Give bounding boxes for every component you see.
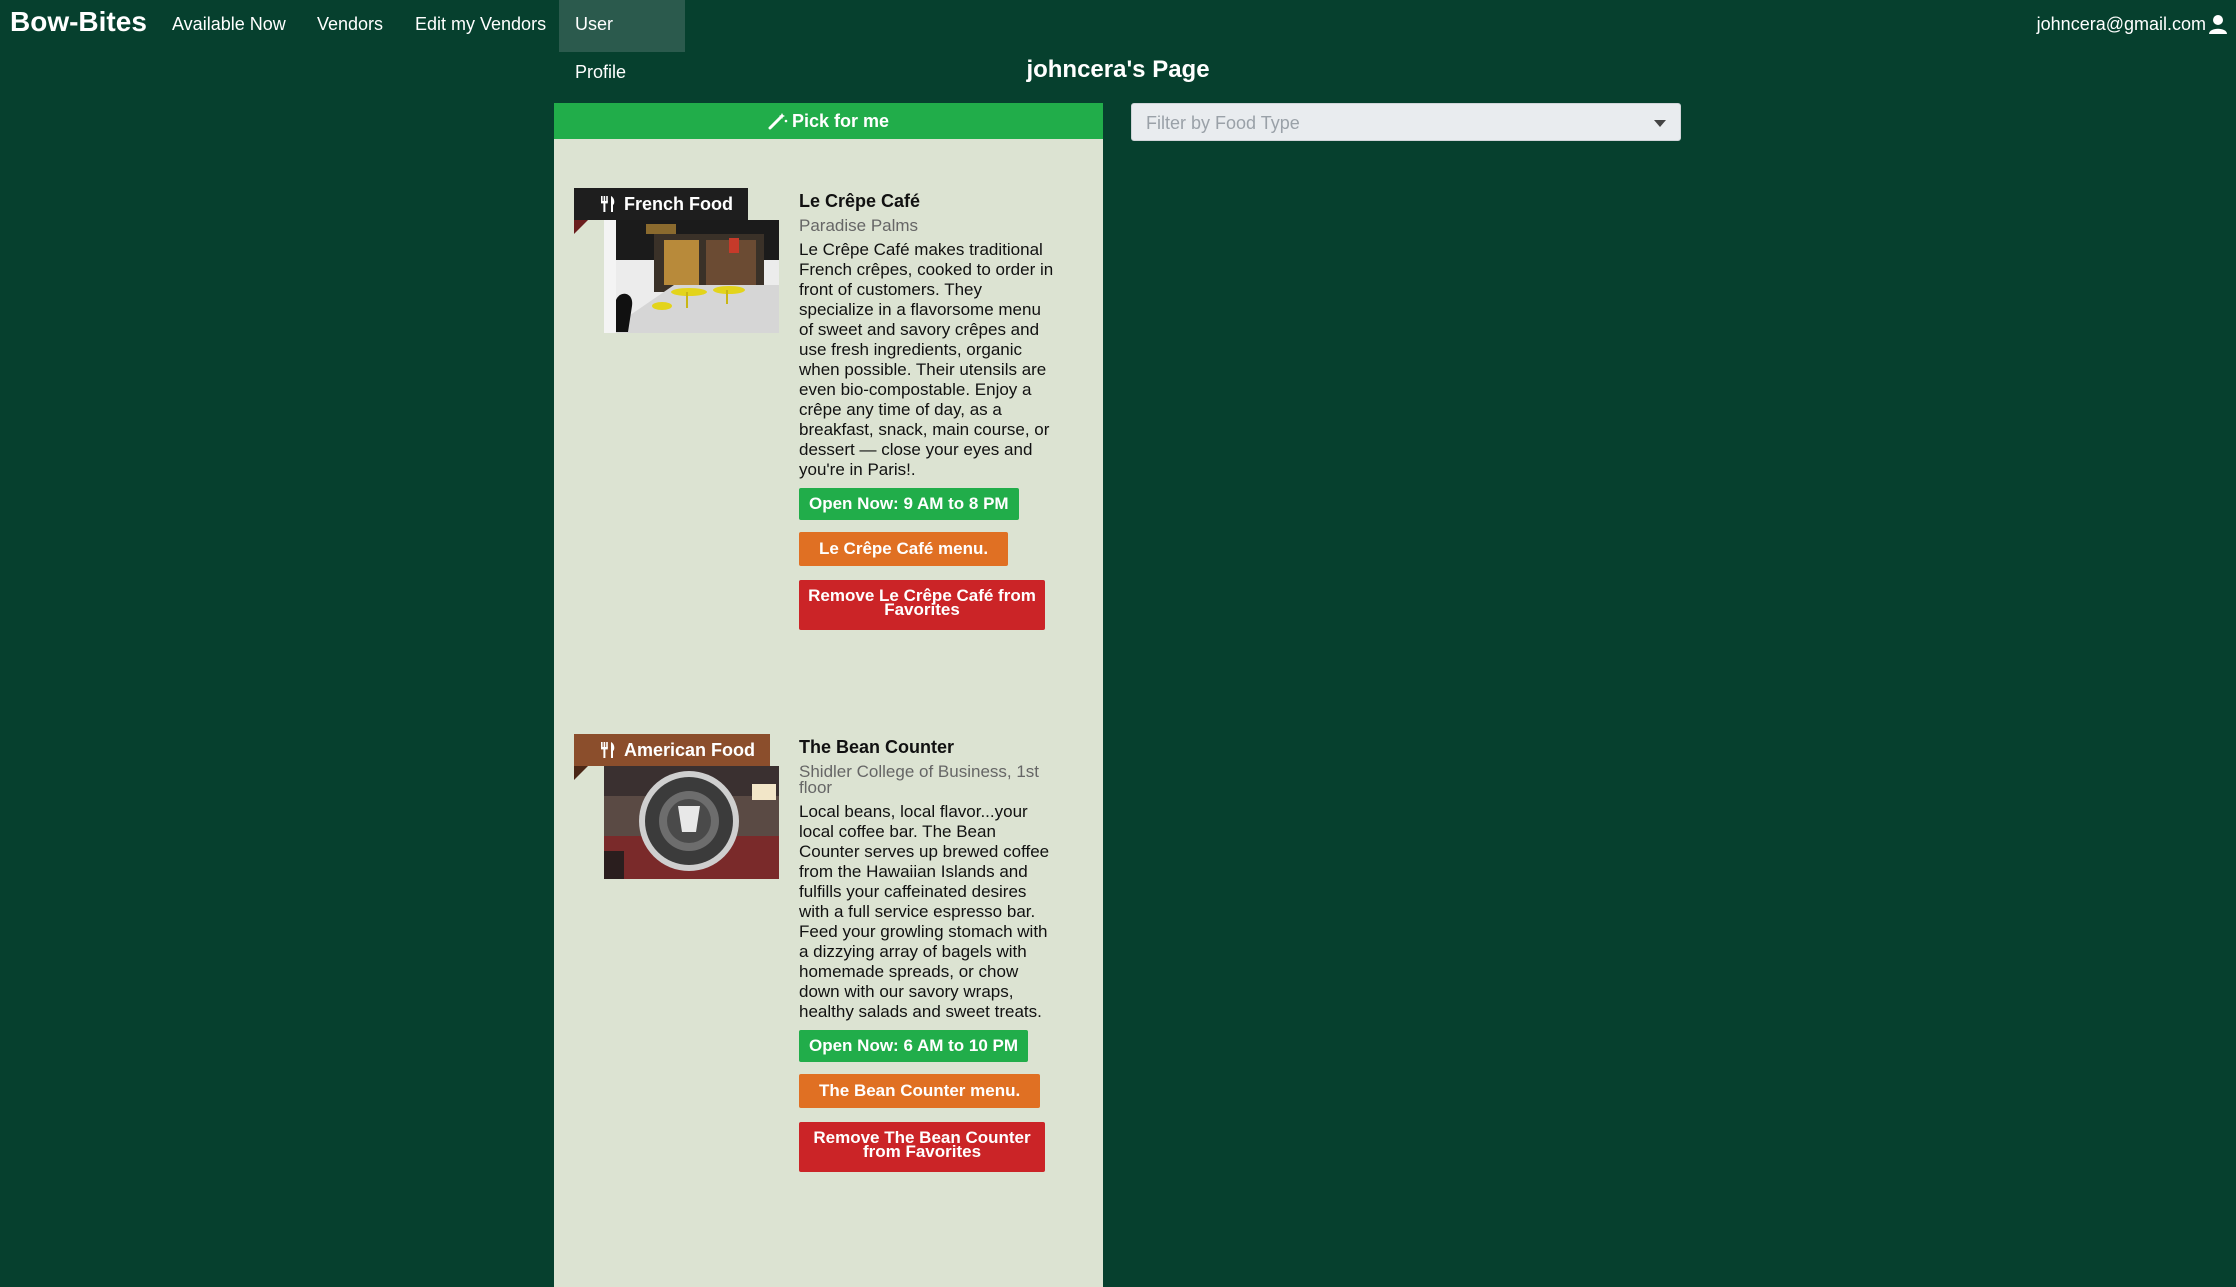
nav-vendors[interactable]: Vendors xyxy=(301,0,399,52)
ribbon-fold xyxy=(574,220,588,234)
vendor-info: The Bean Counter Shidler College of Busi… xyxy=(799,734,1059,1172)
magic-wand-icon xyxy=(768,113,788,130)
pick-for-me-label: Pick for me xyxy=(791,111,890,131)
vendor-description: Le Crêpe Café makes traditional French c… xyxy=(799,240,1054,479)
vendor-name: Le Crêpe Café xyxy=(799,191,921,211)
utensils-icon xyxy=(601,742,615,758)
food-type-filter[interactable]: Filter by Food Type xyxy=(1131,103,1681,141)
user-icon[interactable] xyxy=(2208,14,2228,34)
remove-favorite-button[interactable]: Remove Le Crêpe Café from Favorites xyxy=(799,580,1045,630)
vendor-menu-button[interactable]: Le Crêpe Café menu. xyxy=(799,532,1009,566)
vendor-location: Shidler College of Business, 1st floor xyxy=(799,762,1040,797)
vendor-menu-button[interactable]: The Bean Counter menu. xyxy=(799,1074,1041,1108)
vendor-location: Paradise Palms xyxy=(799,216,919,235)
nav-edit-my-vendors[interactable]: Edit my Vendors xyxy=(399,0,562,52)
vendor-info: Le Crêpe Café Paradise Palms Le Crêpe Ca… xyxy=(799,188,1059,630)
top-navbar: Bow-Bites Available Now Vendors Edit my … xyxy=(0,0,2236,82)
open-hours-badge: Open Now: 9 AM to 8 PM xyxy=(799,488,1019,520)
chevron-down-icon[interactable] xyxy=(1654,120,1666,127)
ribbon-fold xyxy=(574,766,588,780)
brand-logo[interactable]: Bow-Bites xyxy=(10,4,147,40)
utensils-icon xyxy=(601,196,615,212)
category-ribbon: American Food xyxy=(574,734,771,766)
pick-for-me-button[interactable]: Pick for me xyxy=(554,103,1103,139)
category-label: French Food xyxy=(624,194,733,214)
nav-available-now[interactable]: Available Now xyxy=(156,0,302,52)
page-title: johncera's Page xyxy=(1026,56,1210,83)
nav-user-profile[interactable]: User Profile xyxy=(559,0,685,82)
vendor-name: The Bean Counter xyxy=(799,737,955,757)
category-ribbon: French Food xyxy=(574,188,748,220)
category-label: American Food xyxy=(624,740,756,760)
vendor-image xyxy=(604,766,779,879)
open-hours-badge: Open Now: 6 AM to 10 PM xyxy=(799,1030,1029,1062)
user-email[interactable]: johncera@gmail.com xyxy=(2037,0,2206,48)
filter-placeholder: Filter by Food Type xyxy=(1146,113,1300,133)
vendor-image xyxy=(604,220,779,333)
vendor-description: Local beans, local flavor...your local c… xyxy=(799,802,1050,1021)
remove-favorite-button[interactable]: Remove The Bean Counter from Favorites xyxy=(799,1122,1045,1172)
